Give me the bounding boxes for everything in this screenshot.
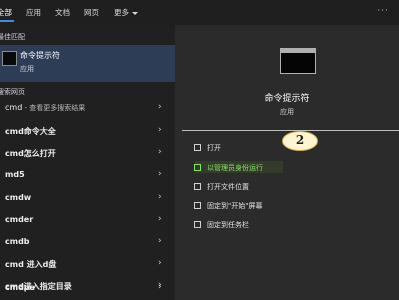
action-label: 以管理员身份运行	[207, 164, 263, 172]
chevron-right-icon[interactable]: ›	[158, 147, 162, 157]
best-match-item[interactable]: 命令提示符 应用	[0, 45, 175, 82]
tab-more[interactable]: 更多	[114, 7, 138, 18]
tab-more-label: 更多	[114, 8, 129, 17]
results-panel: 最佳匹配 命令提示符 应用 搜索网页 cmd - 查看更多搜索结果 › cmd命…	[0, 25, 175, 300]
tab-web[interactable]: 网页	[84, 7, 99, 18]
web-result-row[interactable]: cmd 进入d盘 ›	[0, 254, 175, 276]
tab-apps[interactable]: 应用	[26, 7, 41, 18]
chevron-down-icon	[132, 11, 138, 15]
result-query: cmd 进入d盘	[5, 260, 57, 269]
chevron-right-icon[interactable]: ›	[158, 282, 162, 292]
chevron-right-icon[interactable]: ›	[158, 125, 162, 135]
result-text: md5	[5, 170, 25, 179]
result-text: cmd怎么打开	[5, 148, 56, 159]
result-query: cmdb	[5, 237, 30, 246]
web-result-row[interactable]: cmd - 查看更多搜索结果 ›	[0, 98, 175, 120]
result-text: cmdw	[5, 193, 31, 202]
action-open[interactable]: 打开	[194, 143, 221, 153]
chevron-right-icon[interactable]: ›	[158, 102, 162, 112]
shield-run-icon	[194, 164, 201, 171]
ellipsis-icon[interactable]: ···	[377, 6, 389, 16]
tab-all[interactable]: 全部	[0, 7, 12, 18]
action-open-file-location[interactable]: 打开文件位置	[194, 182, 249, 192]
web-result-row[interactable]: md5 ›	[0, 165, 175, 187]
action-pin-to-start[interactable]: 固定到"开始"屏幕	[194, 201, 262, 211]
action-label: 打开	[207, 144, 221, 152]
app-title: 命令提示符	[264, 94, 310, 104]
pin-taskbar-icon	[194, 221, 201, 228]
best-match-heading: 最佳匹配	[0, 33, 25, 41]
app-type: 应用	[280, 108, 294, 116]
result-query: cmdpe	[5, 283, 35, 292]
result-text: cmd - 查看更多搜索结果	[5, 103, 85, 113]
divider	[182, 130, 399, 131]
web-result-row[interactable]: cmder ›	[0, 210, 175, 232]
web-result-row[interactable]: cmdw ›	[0, 188, 175, 210]
action-label: 固定到"开始"屏幕	[207, 202, 263, 210]
open-icon	[194, 144, 201, 151]
action-label: 固定到任务栏	[207, 221, 249, 229]
result-text: cmd命令大全	[5, 126, 56, 137]
result-query: cmd命令大全	[5, 127, 56, 136]
web-search-heading: 搜索网页	[0, 88, 25, 96]
detail-panel: 命令提示符 应用 2 打开 以管理员身份运行 打开文件位置 固定到"开始"屏幕 …	[175, 25, 399, 300]
result-query: cmdw	[5, 193, 32, 202]
folder-icon	[194, 183, 201, 190]
active-tab-indicator	[0, 20, 14, 22]
result-text: cmdpe	[5, 283, 35, 292]
chevron-right-icon[interactable]: ›	[158, 192, 162, 202]
result-query: cmd	[5, 103, 23, 112]
result-text: cmd 进入d盘	[5, 259, 56, 270]
pin-icon	[194, 202, 201, 209]
action-run-as-admin[interactable]: 以管理员身份运行	[194, 163, 263, 173]
tab-documents[interactable]: 文档	[55, 7, 70, 18]
command-prompt-icon	[2, 51, 17, 66]
result-query: md5	[5, 170, 25, 179]
web-result-row[interactable]: cmd怎么打开 ›	[0, 143, 175, 165]
action-pin-to-taskbar[interactable]: 固定到任务栏	[194, 220, 249, 230]
web-result-row[interactable]: cmd命令大全 ›	[0, 121, 175, 143]
step-number-badge: 2	[282, 131, 318, 151]
web-result-row[interactable]: cmdb ›	[0, 232, 175, 254]
chevron-right-icon[interactable]: ›	[158, 258, 162, 268]
best-match-title: 命令提示符	[20, 51, 60, 60]
window-titlebar	[281, 49, 315, 53]
web-result-row[interactable]: cmdpe ›	[0, 281, 175, 300]
result-query: cmder	[5, 215, 34, 224]
command-prompt-large-icon	[280, 48, 316, 74]
result-text: cmder	[5, 215, 33, 224]
chevron-right-icon[interactable]: ›	[158, 236, 162, 246]
result-hint: - 查看更多搜索结果	[22, 104, 86, 112]
chevron-right-icon[interactable]: ›	[158, 214, 162, 224]
result-query: cmd怎么打开	[5, 149, 56, 158]
result-text: cmdb	[5, 237, 30, 246]
search-tab-bar: 全部 应用 文档 网页 更多 ···	[0, 0, 399, 25]
action-label: 打开文件位置	[207, 183, 249, 191]
best-match-subtitle: 应用	[20, 65, 34, 73]
chevron-right-icon[interactable]: ›	[158, 169, 162, 179]
